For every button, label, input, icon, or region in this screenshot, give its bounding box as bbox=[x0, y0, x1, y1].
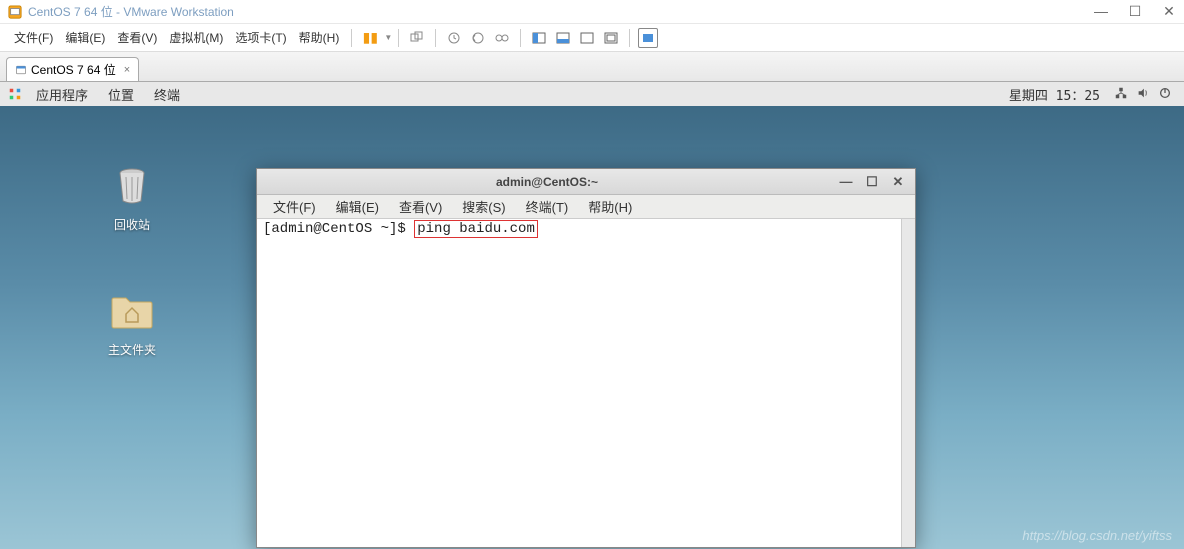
volume-icon[interactable] bbox=[1134, 86, 1152, 103]
pause-icon[interactable]: ▮▮ bbox=[360, 28, 380, 48]
terminal-body[interactable]: [admin@CentOS ~]$ ping baidu.com bbox=[257, 219, 915, 547]
term-menu-edit[interactable]: 编辑(E) bbox=[326, 197, 389, 216]
menu-help[interactable]: 帮助(H) bbox=[293, 26, 346, 49]
terminal-line: [admin@CentOS ~]$ ping baidu.com bbox=[263, 221, 909, 237]
separator bbox=[520, 29, 521, 47]
power-icon[interactable] bbox=[1156, 86, 1174, 103]
activities-icon bbox=[8, 87, 22, 101]
guest-display: 应用程序 位置 终端 星期四 15：25 回收站 主文件夹 admin@Cent… bbox=[0, 82, 1184, 549]
vmware-title-bar: CentOS 7 64 位 - VMware Workstation — ☐ ✕ bbox=[0, 0, 1184, 24]
snapshot-manager-icon[interactable] bbox=[492, 28, 512, 48]
close-button[interactable]: ✕ bbox=[1162, 3, 1176, 20]
menu-vm[interactable]: 虚拟机(M) bbox=[163, 26, 229, 49]
unity-icon[interactable] bbox=[553, 28, 573, 48]
vmware-title-text: CentOS 7 64 位 - VMware Workstation bbox=[28, 3, 1094, 20]
folder-home-icon bbox=[108, 286, 156, 334]
gnome-menu-terminal[interactable]: 终端 bbox=[144, 85, 190, 104]
gnome-desktop[interactable]: 回收站 主文件夹 admin@CentOS:~ — ☐ ✕ 文件(F) 编辑(E… bbox=[0, 106, 1184, 549]
gnome-menu-places[interactable]: 位置 bbox=[98, 85, 144, 104]
term-menu-view[interactable]: 查看(V) bbox=[389, 197, 452, 216]
gnome-menu-apps[interactable]: 应用程序 bbox=[26, 85, 98, 104]
minimize-button[interactable]: — bbox=[1094, 3, 1108, 20]
snapshot-take-icon[interactable] bbox=[444, 28, 464, 48]
terminal-titlebar[interactable]: admin@CentOS:~ — ☐ ✕ bbox=[257, 169, 915, 195]
terminal-window: admin@CentOS:~ — ☐ ✕ 文件(F) 编辑(E) 查看(V) 搜… bbox=[256, 168, 916, 548]
vmware-logo-icon bbox=[8, 5, 22, 19]
trash-label: 回收站 bbox=[92, 216, 172, 233]
chevron-down-icon[interactable]: ▼ bbox=[384, 33, 392, 42]
fullscreen-icon[interactable] bbox=[529, 28, 549, 48]
separator bbox=[351, 29, 352, 47]
terminal-prompt: [admin@CentOS ~]$ bbox=[263, 221, 414, 237]
terminal-maximize-button[interactable]: ☐ bbox=[863, 173, 881, 191]
vmware-window-controls: — ☐ ✕ bbox=[1094, 3, 1176, 20]
term-menu-search[interactable]: 搜索(S) bbox=[452, 197, 515, 216]
gnome-top-bar: 应用程序 位置 终端 星期四 15：25 bbox=[0, 82, 1184, 106]
vm-tab-label: CentOS 7 64 位 bbox=[31, 61, 116, 78]
terminal-scrollbar[interactable] bbox=[901, 219, 915, 547]
separator bbox=[435, 29, 436, 47]
home-label: 主文件夹 bbox=[92, 341, 172, 358]
vm-tab-centos[interactable]: CentOS 7 64 位 × bbox=[6, 57, 139, 81]
send-ctrl-alt-del-icon[interactable] bbox=[407, 28, 427, 48]
menu-file[interactable]: 文件(F) bbox=[8, 26, 59, 49]
terminal-title: admin@CentOS:~ bbox=[265, 175, 829, 189]
desktop-icon-home[interactable]: 主文件夹 bbox=[92, 286, 172, 358]
tab-close-icon[interactable]: × bbox=[124, 64, 130, 76]
trash-icon bbox=[108, 161, 156, 209]
desktop-icon-trash[interactable]: 回收站 bbox=[92, 161, 172, 233]
network-icon[interactable] bbox=[1112, 86, 1130, 103]
thumbnail-icon[interactable] bbox=[638, 28, 658, 48]
term-menu-terminal[interactable]: 终端(T) bbox=[516, 197, 579, 216]
menu-edit[interactable]: 编辑(E) bbox=[59, 26, 111, 49]
vmware-tab-strip: CentOS 7 64 位 × bbox=[0, 52, 1184, 82]
snapshot-revert-icon[interactable] bbox=[468, 28, 488, 48]
terminal-command: ping baidu.com bbox=[414, 220, 538, 238]
term-menu-help[interactable]: 帮助(H) bbox=[578, 197, 642, 216]
terminal-minimize-button[interactable]: — bbox=[837, 173, 855, 191]
gnome-clock[interactable]: 星期四 15：25 bbox=[999, 85, 1110, 104]
vm-tab-icon bbox=[15, 64, 27, 76]
maximize-button[interactable]: ☐ bbox=[1128, 3, 1142, 20]
separator bbox=[629, 29, 630, 47]
stretch-icon[interactable] bbox=[601, 28, 621, 48]
terminal-menubar: 文件(F) 编辑(E) 查看(V) 搜索(S) 终端(T) 帮助(H) bbox=[257, 195, 915, 219]
watermark: https://blog.csdn.net/yiftss bbox=[1022, 528, 1172, 543]
menu-view[interactable]: 查看(V) bbox=[111, 26, 163, 49]
separator bbox=[398, 29, 399, 47]
terminal-close-button[interactable]: ✕ bbox=[889, 173, 907, 191]
console-view-icon[interactable] bbox=[577, 28, 597, 48]
menu-tabs[interactable]: 选项卡(T) bbox=[229, 26, 292, 49]
vmware-menubar: 文件(F) 编辑(E) 查看(V) 虚拟机(M) 选项卡(T) 帮助(H) ▮▮… bbox=[0, 24, 1184, 52]
term-menu-file[interactable]: 文件(F) bbox=[263, 197, 326, 216]
